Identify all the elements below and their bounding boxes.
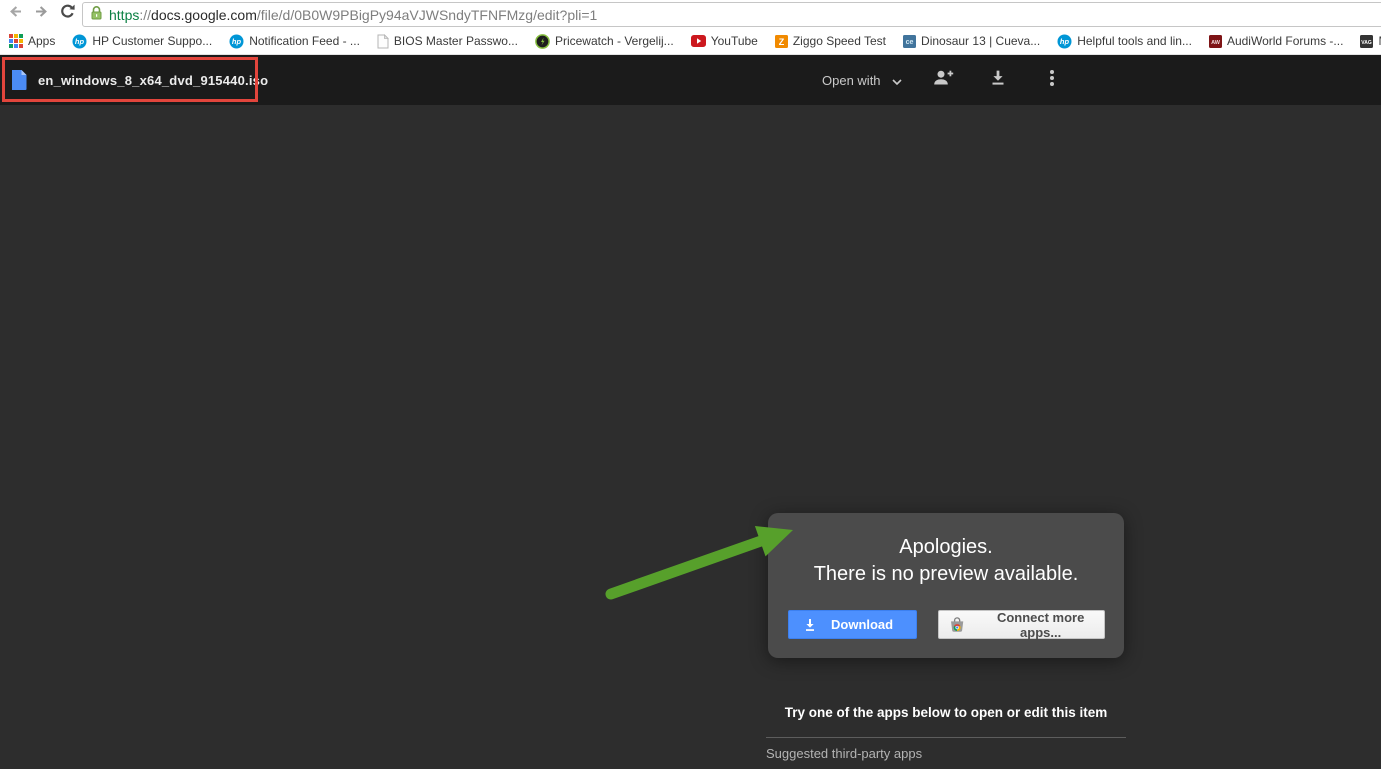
dialog-title: Apologies.: [899, 536, 993, 558]
bookmark-label: YouTube: [710, 34, 758, 48]
navigation-row: https://docs.google.com/file/d/0B0W9PBig…: [0, 0, 1381, 28]
bookmark-youtube[interactable]: YouTube: [690, 34, 758, 48]
bookmarks-bar: Apps hp HP Customer Suppo... hp Notifica…: [0, 28, 1381, 55]
bookmark-mk2-tt[interactable]: VAG MK2 TT 3...: [1360, 34, 1381, 48]
divider: [766, 737, 1126, 738]
no-preview-dialog: Apologies. There is no preview available…: [768, 513, 1124, 658]
forward-button[interactable]: [28, 1, 54, 27]
bookmark-ziggo-speed-test[interactable]: Z Ziggo Speed Test: [774, 34, 887, 48]
download-button-label: Download: [831, 617, 894, 632]
svg-text:hp: hp: [232, 37, 242, 46]
ce-icon: ce: [903, 34, 917, 48]
chrome-webstore-icon: [951, 616, 964, 632]
hp-icon: hp: [1057, 34, 1072, 49]
bookmark-pricewatch[interactable]: Pricewatch - Vergelij...: [535, 33, 674, 49]
download-arrow-icon: [806, 618, 814, 631]
more-vert-icon: [1040, 66, 1064, 95]
bookmark-label: Dinosaur 13 | Cueva...: [921, 34, 1041, 48]
svg-text:VAG: VAG: [1362, 40, 1373, 46]
back-button[interactable]: [2, 1, 28, 27]
try-apps-text: Try one of the apps below to open or edi…: [784, 705, 1108, 720]
svg-text:ce: ce: [906, 39, 914, 46]
person-add-icon: [931, 66, 955, 95]
youtube-icon: [690, 35, 706, 47]
bookmark-bios-master-password[interactable]: BIOS Master Passwo...: [377, 33, 518, 49]
svg-text:hp: hp: [1060, 37, 1070, 46]
open-with-label: Open with: [822, 72, 881, 88]
share-button[interactable]: [931, 68, 955, 92]
bookmark-label: HP Customer Suppo...: [92, 34, 213, 48]
open-with-button[interactable]: Open with: [822, 55, 902, 105]
bookmark-label: Pricewatch - Vergelij...: [554, 34, 674, 48]
back-icon: [6, 2, 25, 26]
apps-grid-icon: [9, 34, 23, 48]
audiworld-icon: AW: [1208, 34, 1222, 48]
reload-button[interactable]: [54, 1, 80, 27]
bookmark-hp-customer-support[interactable]: hp HP Customer Suppo...: [72, 34, 212, 49]
suggested-apps-label: Suggested third-party apps: [766, 746, 923, 761]
pricewatch-icon: [535, 33, 550, 49]
download-icon: [987, 67, 1009, 94]
browser-chrome: https://docs.google.com/file/d/0B0W9PBig…: [0, 0, 1381, 55]
bookmark-label: Helpful tools and lin...: [1077, 34, 1192, 48]
hp-icon: hp: [72, 34, 87, 49]
connect-button-label: Connect more apps...: [996, 609, 1085, 640]
url-separator: ://: [139, 6, 152, 23]
bookmark-label: Notification Feed - ...: [249, 34, 360, 48]
svg-text:Z: Z: [779, 36, 785, 46]
forward-icon: [32, 2, 51, 26]
doc-page-icon: [377, 33, 389, 49]
highlight-rectangle-annotation: [2, 57, 258, 102]
bookmark-label: BIOS Master Passwo...: [393, 34, 518, 48]
bookmark-notification-feed[interactable]: hp Notification Feed - ...: [229, 34, 360, 49]
more-options-button[interactable]: [1040, 68, 1064, 92]
bookmark-label: Apps: [28, 34, 56, 48]
address-bar[interactable]: https://docs.google.com/file/d/0B0W9PBig…: [82, 2, 1381, 27]
reload-icon: [58, 2, 77, 26]
url-domain: docs.google.com: [151, 6, 257, 23]
connect-more-apps-button[interactable]: Connect more apps...: [938, 609, 1105, 640]
download-toolbar-button[interactable]: [986, 68, 1010, 92]
lock-icon: [90, 5, 103, 24]
hp-icon: hp: [229, 34, 244, 49]
chevron-down-icon: [891, 73, 902, 88]
svg-text:hp: hp: [75, 37, 85, 46]
browser-window: https://docs.google.com/file/d/0B0W9PBig…: [0, 0, 1381, 769]
bookmark-label: AudiWorld Forums -...: [1226, 34, 1344, 48]
url-scheme: https: [109, 6, 140, 23]
bookmark-apps[interactable]: Apps: [9, 34, 55, 48]
dialog-subtitle: There is no preview available.: [813, 563, 1079, 585]
ziggo-icon: Z: [774, 34, 788, 48]
preview-area: Apologies. There is no preview available…: [0, 105, 1381, 769]
bookmark-helpful-tools[interactable]: hp Helpful tools and lin...: [1057, 34, 1192, 49]
bookmark-label: Ziggo Speed Test: [792, 34, 887, 48]
bookmark-audiworld-forums[interactable]: AW AudiWorld Forums -...: [1208, 34, 1344, 48]
svg-text:AW: AW: [1211, 40, 1221, 46]
bookmark-dinosaur-13[interactable]: ce Dinosaur 13 | Cueva...: [903, 34, 1040, 48]
url-path: /file/d/0B0W9PBigPy94aVJWSndyTFNFMzg/edi…: [256, 6, 598, 23]
download-button[interactable]: Download: [788, 610, 917, 639]
vag-icon: VAG: [1360, 34, 1374, 48]
